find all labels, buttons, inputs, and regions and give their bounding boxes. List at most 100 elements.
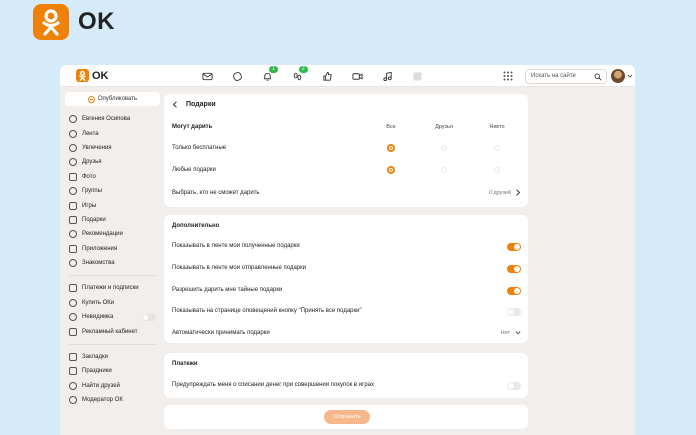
- payment-warning-toggle[interactable]: [507, 382, 521, 390]
- any-gifts-nobody-radio[interactable]: [494, 167, 500, 173]
- sidebar-item-label: Евгения Осипова: [82, 116, 131, 123]
- moderator-icon: [69, 396, 77, 405]
- show-sent-toggle[interactable]: [507, 265, 521, 273]
- sidebar-item-bookmarks[interactable]: Закладки: [65, 350, 160, 364]
- coin-icon: [69, 298, 77, 307]
- payments-card: Платежи Предупреждать меня о списании де…: [164, 353, 528, 398]
- sidebar-item-payments[interactable]: Платежи и подписки: [65, 281, 160, 295]
- guests-button[interactable]: 2: [282, 66, 312, 83]
- free-only-all-radio[interactable]: [387, 144, 395, 152]
- sidebar-item-label: Подарки: [82, 216, 106, 223]
- additional-title: Дополнительно: [172, 223, 220, 229]
- exclude-label[interactable]: Выбрать, кто не сможет дарить: [172, 190, 260, 196]
- holiday-icon: [69, 367, 77, 376]
- sidebar-item-recommendations[interactable]: Рекомендации: [65, 227, 160, 241]
- sidebar-item-label: Игры: [82, 202, 97, 209]
- sidebar-item-label: Приложения: [82, 245, 118, 252]
- free-only-nobody-radio[interactable]: [494, 145, 500, 151]
- any-gifts-all-radio[interactable]: [387, 166, 395, 174]
- sidebar-item-label: Закладки: [82, 354, 108, 361]
- app-window: OK 1 2 Искать на сайте Опубликовать Евге…: [60, 65, 635, 435]
- accept-all-button-toggle[interactable]: [507, 308, 521, 316]
- more-icon: [412, 71, 422, 81]
- publish-button[interactable]: Опубликовать: [65, 92, 160, 106]
- sidebar-item-label: Невидимка: [82, 314, 114, 321]
- sidebar-item-invisible[interactable]: Невидимка: [65, 310, 160, 324]
- sidebar-item-friends[interactable]: Друзья: [65, 155, 160, 169]
- apps-icon: [69, 244, 77, 253]
- col-friends: Друзья: [435, 124, 453, 130]
- page-header: Подарки: [172, 101, 216, 108]
- ads-icon: [69, 327, 77, 336]
- photo-icon: [69, 172, 77, 181]
- col-nobody: Никто: [489, 124, 505, 130]
- likes-button[interactable]: [312, 69, 342, 83]
- apps-grid-icon[interactable]: [503, 71, 513, 81]
- sidebar-item-holidays[interactable]: Праздники: [65, 364, 160, 378]
- secret-gifts-label: Разрешить дарить мне тайные подарки: [172, 287, 283, 293]
- sidebar-divider: [69, 275, 156, 277]
- col-all: Все: [386, 124, 396, 130]
- top-logo[interactable]: OK: [76, 69, 109, 82]
- user-icon: [69, 115, 77, 124]
- sidebar-item-games[interactable]: Игры: [65, 198, 160, 212]
- save-button[interactable]: Сохранить: [324, 410, 370, 424]
- groups-icon: [69, 187, 77, 196]
- sidebar-item-label: Группы: [82, 188, 102, 195]
- back-arrow-icon[interactable]: [172, 101, 178, 108]
- sidebar-item-moderator[interactable]: Модератор ОК: [65, 393, 160, 407]
- notifications-button[interactable]: 1: [252, 66, 282, 83]
- sidebar-divider: [69, 343, 156, 345]
- sidebar-item-profile[interactable]: Евгения Осипова: [65, 112, 160, 126]
- music-note-icon: [382, 71, 392, 81]
- sidebar-item-groups[interactable]: Группы: [65, 184, 160, 198]
- notifications-badge: 1: [269, 66, 278, 73]
- recommend-icon: [69, 230, 77, 239]
- invisible-toggle[interactable]: [142, 314, 156, 322]
- messages-button[interactable]: [192, 69, 222, 83]
- brand-name: OK: [78, 8, 115, 35]
- top-logo-text: OK: [92, 69, 109, 82]
- sidebar-item-label: Праздники: [82, 368, 112, 375]
- sidebar-item-apps[interactable]: Приложения: [65, 242, 160, 256]
- sidebar-item-label: Друзья: [82, 159, 102, 166]
- more-button[interactable]: [402, 69, 432, 83]
- thumbs-up-icon: [322, 71, 332, 81]
- sidebar-item-label: Рекламный кабинет: [82, 328, 138, 335]
- video-button[interactable]: [342, 69, 372, 83]
- plus-circle-icon: [87, 95, 95, 103]
- exclude-value: 0 друзей: [488, 190, 511, 196]
- invisible-icon: [69, 313, 77, 322]
- sidebar-item-label: Лента: [82, 130, 99, 137]
- chevron-down-icon[interactable]: [515, 329, 521, 336]
- sidebar-group-account: Платежи и подписки Купить ОКи Невидимка …: [65, 281, 160, 339]
- secret-gifts-toggle[interactable]: [507, 287, 521, 295]
- publish-label: Опубликовать: [97, 96, 138, 102]
- chevron-down-icon[interactable]: [627, 73, 633, 79]
- sidebar-item-find-friends[interactable]: Найти друзей: [65, 379, 160, 393]
- discussions-button[interactable]: [222, 69, 252, 83]
- music-button[interactable]: [372, 69, 402, 83]
- top-bar: OK 1 2 Искать на сайте: [60, 65, 635, 87]
- any-gifts-friends-radio[interactable]: [441, 167, 447, 173]
- auto-accept-value[interactable]: Нет: [501, 330, 510, 336]
- sidebar-item-buy-oki[interactable]: Купить ОКи: [65, 296, 160, 310]
- show-received-toggle[interactable]: [507, 243, 521, 251]
- sidebar-item-photo[interactable]: Фото: [65, 170, 160, 184]
- additional-card: Дополнительно Показывать в ленте мои пол…: [164, 215, 528, 343]
- sidebar-item-hobbies[interactable]: Увлечения: [65, 141, 160, 155]
- bookmark-icon: [69, 353, 77, 362]
- ok-logo-icon: [76, 69, 89, 82]
- page-title: Подарки: [186, 101, 216, 108]
- chevron-right-icon[interactable]: [515, 189, 521, 196]
- feed-icon: [69, 129, 77, 138]
- user-avatar[interactable]: [611, 69, 625, 83]
- sidebar-item-gifts[interactable]: Подарки: [65, 213, 160, 227]
- sidebar-item-ads[interactable]: Рекламный кабинет: [65, 324, 160, 338]
- search-input[interactable]: Искать на сайте: [525, 69, 607, 84]
- sidebar-item-feed[interactable]: Лента: [65, 126, 160, 140]
- payments-title: Платежи: [172, 361, 198, 367]
- sidebar-item-dating[interactable]: Знакомства: [65, 256, 160, 270]
- sidebar-item-label: Фото: [82, 173, 96, 180]
- free-only-friends-radio[interactable]: [441, 145, 447, 151]
